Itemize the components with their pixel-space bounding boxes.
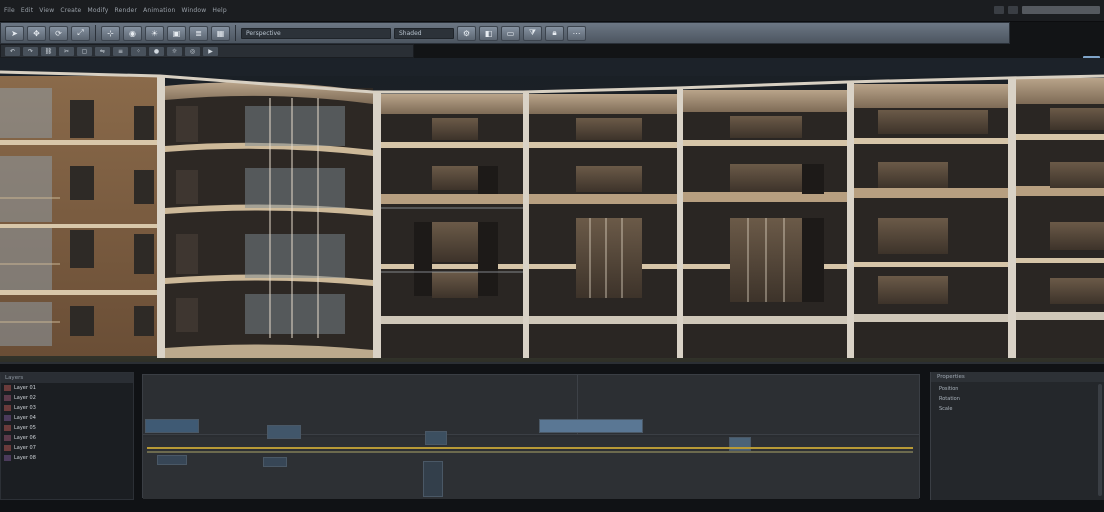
list-item[interactable]: Layer 02	[1, 393, 133, 403]
minimize-icon[interactable]	[994, 6, 1004, 14]
secondary-toolbar: ↶ ↷ ⛓ ✂ ▢ ⇋ ≡ ⁘ ● ☼ ◎ ▶	[0, 44, 414, 58]
list-item[interactable]: Layer 01	[1, 383, 133, 393]
move-icon[interactable]: ✥	[27, 25, 46, 41]
camera-icon[interactable]: ◉	[123, 25, 142, 41]
group-icon[interactable]: ▢	[77, 46, 92, 56]
properties-scrollbar[interactable]	[1098, 384, 1102, 496]
view-mode-field[interactable]: Perspective	[241, 27, 391, 39]
layer-color-swatch	[4, 395, 11, 401]
view-options-icon[interactable]: ◧	[479, 25, 498, 41]
camera-icon[interactable]: ◎	[185, 46, 200, 56]
layer-color-swatch	[4, 455, 11, 461]
menu-window[interactable]: Window	[182, 7, 207, 14]
settings-icon[interactable]: ⚙	[457, 25, 476, 41]
layer-color-swatch	[4, 415, 11, 421]
layer-name: Layer 05	[14, 425, 36, 431]
layer-name: Layer 06	[14, 435, 36, 441]
menu-edit[interactable]: Edit	[21, 7, 33, 14]
layer-name: Layer 08	[14, 455, 36, 461]
list-item[interactable]: Layer 08	[1, 453, 133, 463]
timeline-clip[interactable]	[425, 431, 447, 445]
list-item[interactable]: Layer 07	[1, 443, 133, 453]
timeline-clip[interactable]	[267, 425, 301, 439]
layers-panel-title: Layers	[1, 373, 133, 383]
properties-panel: Properties Position Rotation Scale	[930, 372, 1104, 500]
maximize-icon[interactable]	[1008, 6, 1018, 14]
list-item[interactable]: Layer 05	[1, 423, 133, 433]
shading-mode-field[interactable]: Shaded	[394, 27, 454, 39]
menu-modify[interactable]: Modify	[87, 7, 108, 14]
material-icon[interactable]: ●	[149, 46, 164, 56]
grid-icon[interactable]: ▦	[211, 25, 230, 41]
layer-name: Layer 07	[14, 445, 36, 451]
property-label[interactable]: Scale	[939, 406, 1096, 412]
viewport[interactable]	[0, 58, 1104, 362]
light-icon[interactable]: ☼	[167, 46, 182, 56]
timeline-track[interactable]	[147, 447, 913, 449]
timeline-track[interactable]	[147, 451, 913, 453]
menu-bar: File Edit View Create Modify Render Anim…	[0, 0, 1104, 22]
timeline-clip[interactable]	[539, 419, 643, 433]
timeline-clip[interactable]	[157, 455, 187, 465]
array-icon[interactable]: ⁘	[131, 46, 146, 56]
link-icon[interactable]: ⛓	[41, 46, 56, 56]
align-icon[interactable]: ≡	[113, 46, 128, 56]
timeline-clip[interactable]	[263, 457, 287, 467]
lock-icon[interactable]: 🔒︎	[545, 25, 564, 41]
mirror-icon[interactable]: ⇋	[95, 46, 110, 56]
unlink-icon[interactable]: ✂	[59, 46, 74, 56]
building-render	[0, 58, 1104, 362]
search-input[interactable]	[1022, 6, 1100, 14]
render-icon[interactable]: ▣	[167, 25, 186, 41]
property-label[interactable]: Rotation	[939, 396, 1096, 402]
layer-name: Layer 01	[14, 385, 36, 391]
render-icon[interactable]: ▶	[203, 46, 218, 56]
menu-render[interactable]: Render	[115, 7, 138, 14]
rotate-icon[interactable]: ⟳	[49, 25, 68, 41]
scale-icon[interactable]: ⤢	[71, 25, 90, 41]
timeline-clip[interactable]	[145, 419, 199, 433]
light-icon[interactable]: ☀	[145, 25, 164, 41]
layer-color-swatch	[4, 445, 11, 451]
layer-name: Layer 04	[14, 415, 36, 421]
snap-icon[interactable]: ⊹	[101, 25, 120, 41]
property-label[interactable]: Position	[939, 386, 1096, 392]
menu-create[interactable]: Create	[60, 7, 81, 14]
layer-color-swatch	[4, 405, 11, 411]
select-icon[interactable]: ➤	[5, 25, 24, 41]
menu-help[interactable]: Help	[212, 7, 226, 14]
toolbar-divider	[95, 25, 96, 41]
layer-name: Layer 02	[14, 395, 36, 401]
layer-color-swatch	[4, 425, 11, 431]
more-icon[interactable]: ⋯	[567, 25, 586, 41]
list-item[interactable]: Layer 03	[1, 403, 133, 413]
menu-file[interactable]: File	[4, 7, 15, 14]
timeline-panel[interactable]	[142, 374, 920, 499]
layers-icon[interactable]: ≣	[189, 25, 208, 41]
bottom-panels: Layers Layer 01 Layer 02 Layer 03 Layer …	[0, 362, 1104, 512]
main-toolbar: ➤ ✥ ⟳ ⤢ ⊹ ◉ ☀ ▣ ≣ ▦ Perspective Shaded ⚙…	[0, 22, 1010, 44]
redo-icon[interactable]: ↷	[23, 46, 38, 56]
display-icon[interactable]: ▭	[501, 25, 520, 41]
layer-name: Layer 03	[14, 405, 36, 411]
filter-icon[interactable]: ⧩	[523, 25, 542, 41]
layer-color-swatch	[4, 435, 11, 441]
menu-animation[interactable]: Animation	[143, 7, 175, 14]
timeline-upper-lane	[143, 375, 919, 435]
list-item[interactable]: Layer 04	[1, 413, 133, 423]
timeline-clip[interactable]	[423, 461, 443, 497]
layer-color-swatch	[4, 385, 11, 391]
menubar-right-tools	[994, 6, 1100, 14]
undo-icon[interactable]: ↶	[5, 46, 20, 56]
properties-panel-title: Properties	[931, 372, 1104, 382]
layers-panel: Layers Layer 01 Layer 02 Layer 03 Layer …	[0, 372, 134, 500]
toolbar-divider	[235, 25, 236, 41]
list-item[interactable]: Layer 06	[1, 433, 133, 443]
menu-view[interactable]: View	[39, 7, 54, 14]
